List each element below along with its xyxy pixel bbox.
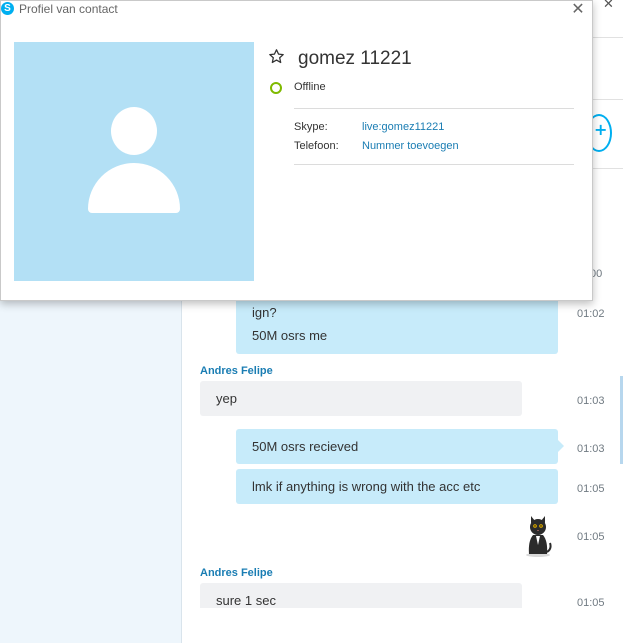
message-text: lmk if anything is wrong with the acc et… (252, 479, 481, 494)
offline-status-icon (270, 82, 282, 94)
skype-logo-icon: S (1, 2, 14, 15)
header-divider (593, 168, 623, 169)
message-bubble-outgoing[interactable]: lmk if anything is wrong with the acc et… (236, 469, 558, 504)
message-time: 01:05 (577, 531, 605, 543)
message-bubble-incoming[interactable]: yep (200, 381, 522, 416)
star-outline-icon[interactable] (268, 48, 285, 65)
message-bubble-outgoing[interactable]: ign? 50M osrs me (236, 293, 558, 354)
skype-id-link[interactable]: live:gomez11221 (362, 121, 444, 133)
message-bubble-incoming[interactable]: sure 1 sec (200, 583, 522, 608)
avatar-head (111, 107, 157, 155)
contact-profile-dialog: S Profiel van contact ✕ gomez 11221 Offl… (0, 0, 593, 301)
default-avatar-icon (14, 42, 254, 281)
divider (294, 108, 574, 109)
message-time: 01:03 (577, 443, 605, 455)
message-time: 01:02 (577, 308, 605, 320)
message-time: 01:05 (577, 483, 605, 495)
status-text: Offline (294, 81, 326, 93)
message-text: 50M osrs recieved (252, 439, 359, 454)
bubble-tail (558, 440, 564, 452)
phone-label: Telefoon: (294, 140, 339, 152)
dialog-titlebar[interactable]: S Profiel van contact ✕ (1, 1, 594, 18)
header-divider (593, 37, 623, 38)
message-time: 01:05 (577, 597, 605, 609)
close-icon[interactable]: ✕ (571, 1, 585, 17)
add-icon: + (594, 120, 608, 139)
avatar-body (88, 163, 180, 213)
divider (294, 164, 574, 165)
header-divider (593, 99, 623, 100)
contact-name: gomez 11221 (298, 48, 412, 69)
cat-sticker-icon[interactable] (523, 515, 553, 557)
message-text: ign? (252, 305, 277, 320)
message-text: sure 1 sec (216, 593, 276, 608)
message-bubble-outgoing[interactable]: 50M osrs recieved (236, 429, 558, 464)
message-sender[interactable]: Andres Felipe (200, 365, 273, 377)
dialog-title: Profiel van contact (19, 2, 118, 16)
chat-header-area (593, 0, 623, 643)
main-window-close-icon[interactable]: ✕ (603, 0, 617, 14)
skype-id-label: Skype: (294, 121, 328, 133)
add-phone-number-link[interactable]: Nummer toevoegen (362, 140, 459, 152)
message-text: 50M osrs me (252, 328, 328, 343)
message-text: yep (216, 391, 237, 406)
message-sender[interactable]: Andres Felipe (200, 567, 273, 579)
message-time: 01:03 (577, 395, 605, 407)
